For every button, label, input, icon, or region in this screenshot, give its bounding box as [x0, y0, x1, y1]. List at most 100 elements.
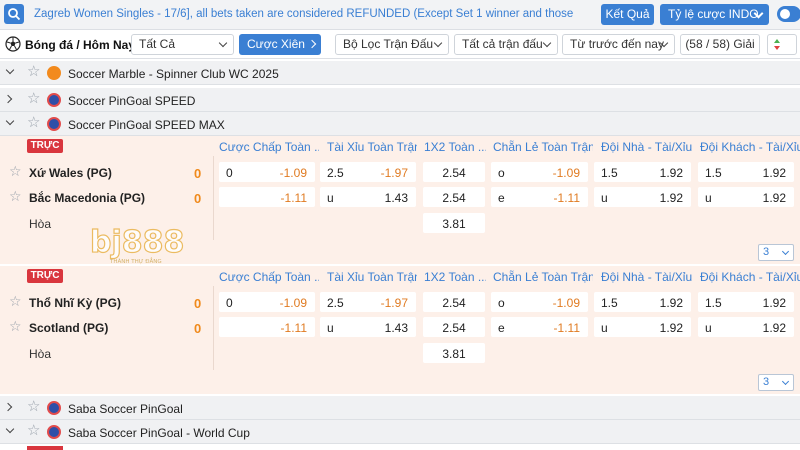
home-over-cell[interactable]: 1.5 1.92 [594, 292, 691, 312]
filter-bar: Bóng đá / Hôm Nay Tất Cả Cược Xiên Bộ Lọ… [0, 30, 800, 59]
odd-odds: -1.09 [552, 166, 580, 180]
star-icon[interactable]: ☆ [9, 189, 22, 203]
column-header-over-under: Tài Xỉu Toàn Trận [327, 270, 417, 284]
under-label: u [327, 321, 334, 335]
handicap-home-odds: -1.09 [279, 296, 307, 310]
league-name: Saba Soccer PinGoal [68, 402, 183, 416]
x12-draw-cell[interactable]: 3.81 [423, 213, 485, 233]
time-range-select[interactable]: Từ trước đến nay [562, 34, 675, 55]
chevron-right-icon[interactable] [3, 94, 13, 104]
league-row[interactable]: ☆ Soccer PinGoal SPEED MAX [0, 112, 800, 136]
odd-cell[interactable]: o -1.09 [491, 292, 588, 312]
over-cell[interactable]: 2.5 -1.97 [320, 162, 416, 182]
away-over-cell[interactable]: 1.5 1.92 [698, 162, 794, 182]
settings-toggle[interactable] [777, 6, 800, 22]
star-icon[interactable]: ☆ [9, 319, 22, 333]
league-count[interactable]: (58 / 58) Giải [680, 34, 760, 55]
match-filter-value: Bộ Lọc Trận Đấu [343, 37, 434, 51]
league-name: Soccer PinGoal SPEED [68, 94, 196, 108]
even-cell[interactable]: e -1.11 [491, 187, 588, 207]
soccer-ball-icon [5, 36, 21, 52]
announcement-ticker[interactable]: Zagreb Women Singles - 17/6], all bets t… [34, 8, 594, 20]
x12-away-odds: 2.54 [442, 321, 466, 335]
column-header-odd-even: Chẵn Lẻ Toàn Trận [493, 270, 593, 284]
star-icon[interactable]: ☆ [27, 115, 40, 131]
x12-away-cell[interactable]: 2.54 [423, 317, 485, 337]
league-name: Soccer PinGoal SPEED MAX [68, 118, 225, 132]
away-team-name: Bắc Macedonia (PG) [29, 191, 146, 205]
away-under-cell[interactable]: u 1.92 [698, 317, 794, 337]
chevron-down-icon[interactable] [5, 424, 15, 434]
handicap-away-odds: -1.11 [280, 191, 307, 205]
star-icon[interactable]: ☆ [27, 423, 40, 439]
scope-select[interactable]: Tất Cả [131, 34, 234, 55]
star-icon[interactable]: ☆ [27, 91, 40, 107]
brand-text: bj888 [90, 225, 184, 260]
under-cell[interactable]: u 1.43 [320, 187, 416, 207]
handicap-away-cell[interactable]: -1.11 [219, 187, 315, 207]
odds-type-label: Tỷ lệ cược INDO [668, 7, 759, 21]
league-row[interactable]: ☆ Saba Soccer PinGoal - World Cup [0, 420, 800, 444]
sort-button[interactable] [767, 34, 797, 55]
search-button[interactable] [4, 4, 24, 24]
away-under-label: u [705, 191, 712, 205]
away-under-cell[interactable]: u 1.92 [698, 187, 794, 207]
chevron-right-icon[interactable] [3, 402, 13, 412]
over-cell[interactable]: 2.5 -1.97 [320, 292, 416, 312]
top-notice-bar: Zagreb Women Singles - 17/6], all bets t… [0, 0, 800, 30]
x12-away-cell[interactable]: 2.54 [423, 187, 485, 207]
ou-line: 2.5 [327, 166, 344, 180]
draw-label: Hòa [29, 217, 52, 231]
star-icon[interactable]: ☆ [27, 399, 40, 415]
over-odds: -1.97 [380, 296, 408, 310]
even-label: e [498, 191, 505, 205]
x12-draw-cell[interactable]: 3.81 [423, 343, 485, 363]
handicap-home-cell[interactable]: 0 -1.09 [219, 162, 315, 182]
home-under-cell[interactable]: u 1.92 [594, 317, 691, 337]
star-icon[interactable]: ☆ [27, 64, 40, 80]
odd-cell[interactable]: o -1.09 [491, 162, 588, 182]
even-odds: -1.11 [553, 321, 580, 335]
star-icon[interactable]: ☆ [9, 294, 22, 308]
even-cell[interactable]: e -1.11 [491, 317, 588, 337]
away-ou-line: 1.5 [705, 296, 722, 310]
star-icon[interactable]: ☆ [9, 164, 22, 178]
away-over-odds: 1.92 [762, 166, 786, 180]
all-matches-select[interactable]: Tất cả trận đấu [454, 34, 558, 55]
brand-watermark: bj888 THÀNH THỰ ĐẲNG [88, 222, 188, 266]
column-header-home-ou: Đội Nhà - Tài/Xỉu [601, 140, 693, 154]
parlay-button[interactable]: Cược Xiên [239, 34, 321, 55]
chevron-down-icon[interactable] [5, 65, 15, 75]
league-row[interactable]: ☆ Saba Soccer PinGoal [0, 396, 800, 420]
x12-home-cell[interactable]: 2.54 [423, 162, 485, 182]
home-team-row: ☆ Thổ Nhĩ Kỳ (PG) 0 [0, 290, 214, 315]
away-under-odds: 1.92 [762, 321, 786, 335]
handicap-away-cell[interactable]: -1.11 [219, 317, 315, 337]
league-logo-icon [47, 93, 61, 107]
league-row[interactable]: ☆ Soccer PinGoal SPEED [0, 88, 800, 112]
results-button[interactable]: Kết Quả [601, 4, 654, 25]
odd-odds: -1.09 [552, 296, 580, 310]
away-team-row: ☆ Bắc Macedonia (PG) 0 [0, 185, 214, 210]
away-over-odds: 1.92 [762, 296, 786, 310]
chevron-down-icon[interactable] [5, 116, 15, 126]
odd-label: o [498, 166, 505, 180]
parlay-label: Cược Xiên [247, 37, 305, 51]
away-team-row: ☆ Scotland (PG) 0 [0, 315, 214, 340]
league-row[interactable]: ☆ Soccer Marble - Spinner Club WC 2025 [0, 61, 800, 85]
more-markets-select[interactable]: 3 [758, 374, 794, 391]
x12-draw-odds: 3.81 [442, 217, 466, 231]
even-label: e [498, 321, 505, 335]
x12-away-odds: 2.54 [442, 191, 466, 205]
x12-home-cell[interactable]: 2.54 [423, 292, 485, 312]
draw-label: Hòa [29, 347, 52, 361]
more-markets-count: 3 [763, 376, 770, 388]
under-cell[interactable]: u 1.43 [320, 317, 416, 337]
handicap-home-cell[interactable]: 0 -1.09 [219, 292, 315, 312]
home-under-cell[interactable]: u 1.92 [594, 187, 691, 207]
match-filter-select[interactable]: Bộ Lọc Trận Đấu [335, 34, 449, 55]
home-over-cell[interactable]: 1.5 1.92 [594, 162, 691, 182]
more-markets-select[interactable]: 3 [758, 244, 794, 261]
odds-type-select[interactable]: Tỷ lệ cược INDO [660, 4, 769, 25]
away-over-cell[interactable]: 1.5 1.92 [698, 292, 794, 312]
